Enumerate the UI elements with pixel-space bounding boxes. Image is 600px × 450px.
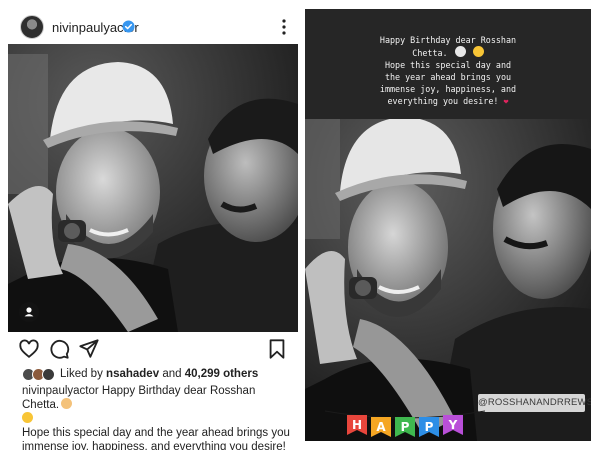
story-line-4: the year ahead brings you	[384, 72, 512, 82]
user-tag-icon[interactable]	[19, 302, 39, 322]
liker-avatars	[22, 367, 55, 381]
send-icon[interactable]	[78, 338, 100, 360]
story-line-2: Chetta.	[412, 48, 448, 58]
story-line-6: everything you desire!	[387, 96, 499, 106]
banner-letter: Y	[448, 418, 458, 432]
liker-avatar	[42, 367, 55, 381]
banner-letter: A	[376, 420, 386, 434]
verified-badge-icon	[122, 20, 135, 33]
cake-emoji-icon	[61, 398, 73, 409]
likes-prefix: Liked by	[60, 368, 103, 380]
party-face-emoji-icon	[22, 412, 33, 423]
instagram-post: nivinpaulyactor Liked by nsahadev and 40…	[8, 0, 298, 450]
bookmark-icon[interactable]	[266, 338, 288, 360]
more-options-icon[interactable]	[276, 17, 292, 37]
banner-letter: P	[401, 420, 410, 434]
happy-banner-sticker: HAPPY	[325, 410, 485, 437]
story-line-5: immense joy, happiness, and	[379, 84, 517, 94]
likes-count[interactable]: 40,299 others	[185, 368, 259, 380]
caption-username[interactable]: nivinpaulyactor	[22, 385, 99, 397]
story-text: Happy Birthday dear Rosshan Chetta. Hope…	[305, 34, 591, 107]
caption-line-2: Hope this special day and the year ahead…	[22, 427, 290, 450]
banner-letter: H	[352, 418, 362, 432]
story-line-3: Hope this special day and	[384, 60, 512, 70]
profile-avatar[interactable]	[20, 15, 44, 39]
post-header: nivinpaulyactor	[8, 9, 298, 41]
instagram-story: Happy Birthday dear Rosshan Chetta. Hope…	[305, 9, 591, 441]
comment-icon[interactable]	[48, 338, 70, 360]
post-photo-image	[8, 44, 298, 332]
story-line-1: Happy Birthday dear Rosshan	[379, 35, 517, 45]
party-face-emoji-icon	[472, 46, 484, 57]
story-photo[interactable]	[305, 119, 591, 441]
mention-sticker[interactable]: @ROSSHANANDRREWS	[478, 394, 591, 412]
liker-username[interactable]: nsahadev	[106, 368, 159, 380]
likes-joiner: and	[162, 368, 182, 380]
post-photo[interactable]	[8, 44, 298, 332]
likes-row: Liked by nsahadev and 40,299 others	[22, 366, 258, 382]
heart-icon[interactable]	[18, 338, 40, 360]
post-actions	[8, 336, 298, 362]
cake-emoji-icon	[454, 46, 466, 57]
banner-letter: P	[425, 420, 434, 434]
heart-emoji-icon: ❤	[503, 96, 509, 106]
screenshot-frame: nivinpaulyactor Liked by nsahadev and 40…	[0, 0, 600, 450]
post-caption: nivinpaulyactor Happy Birthday dear Ross…	[22, 384, 292, 450]
